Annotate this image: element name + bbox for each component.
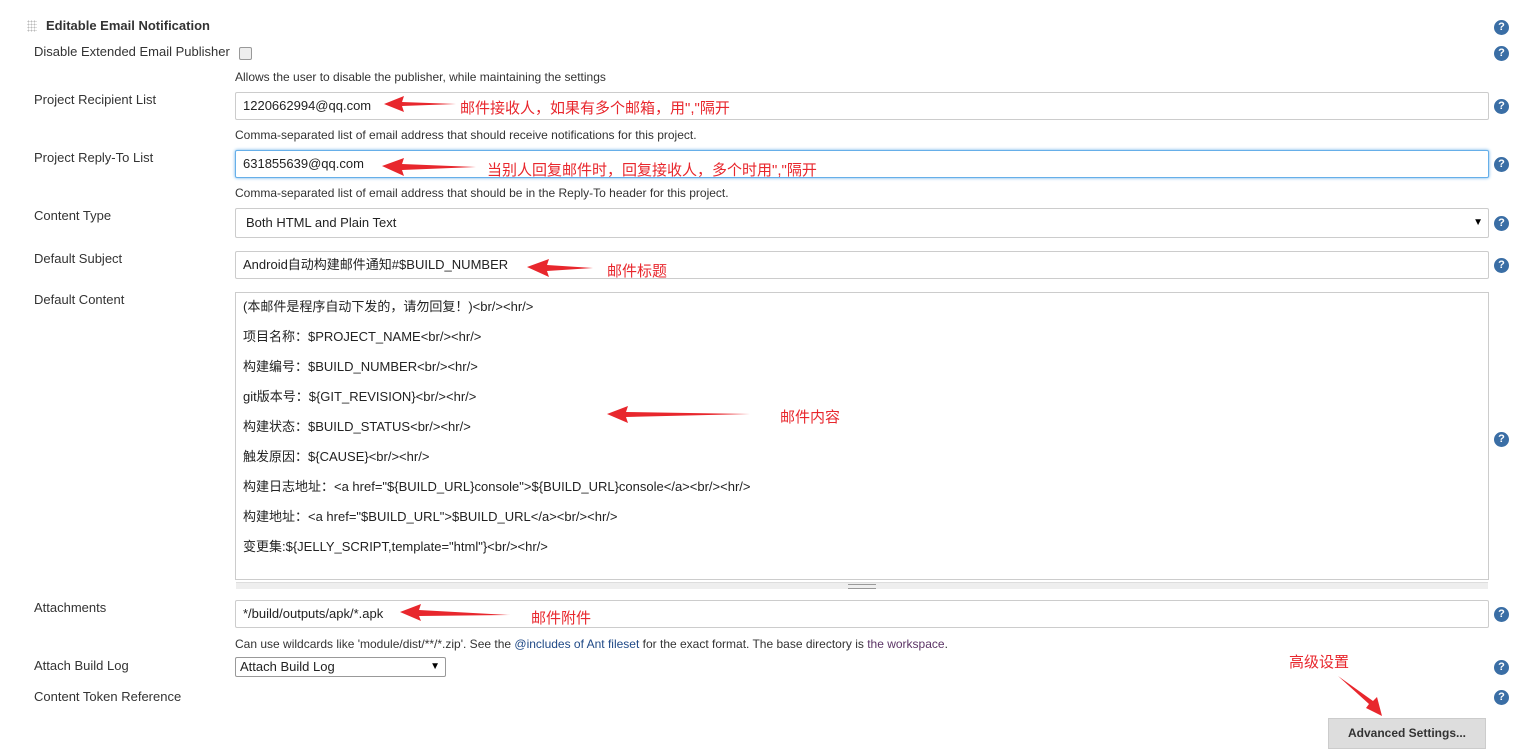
recipient-annotation: 邮件接收人，如果有多个邮箱，用","隔开	[460, 100, 730, 117]
content-annotation: 邮件内容	[780, 409, 841, 426]
arrow-icon	[527, 259, 593, 277]
arrow-icon	[1338, 676, 1382, 716]
arrow-icon	[384, 96, 456, 112]
reply-to-annotation: 当别人回复邮件时，回复接收人，多个时用","隔开	[487, 162, 817, 179]
attachments-annotation: 邮件附件	[531, 610, 592, 627]
arrow-icon	[400, 604, 510, 621]
arrow-icon	[382, 158, 476, 176]
arrow-icon	[607, 406, 750, 423]
subject-annotation: 邮件标题	[607, 263, 668, 280]
annotation-arrows	[382, 96, 1382, 716]
advanced-annotation: 高级设置	[1289, 654, 1350, 671]
